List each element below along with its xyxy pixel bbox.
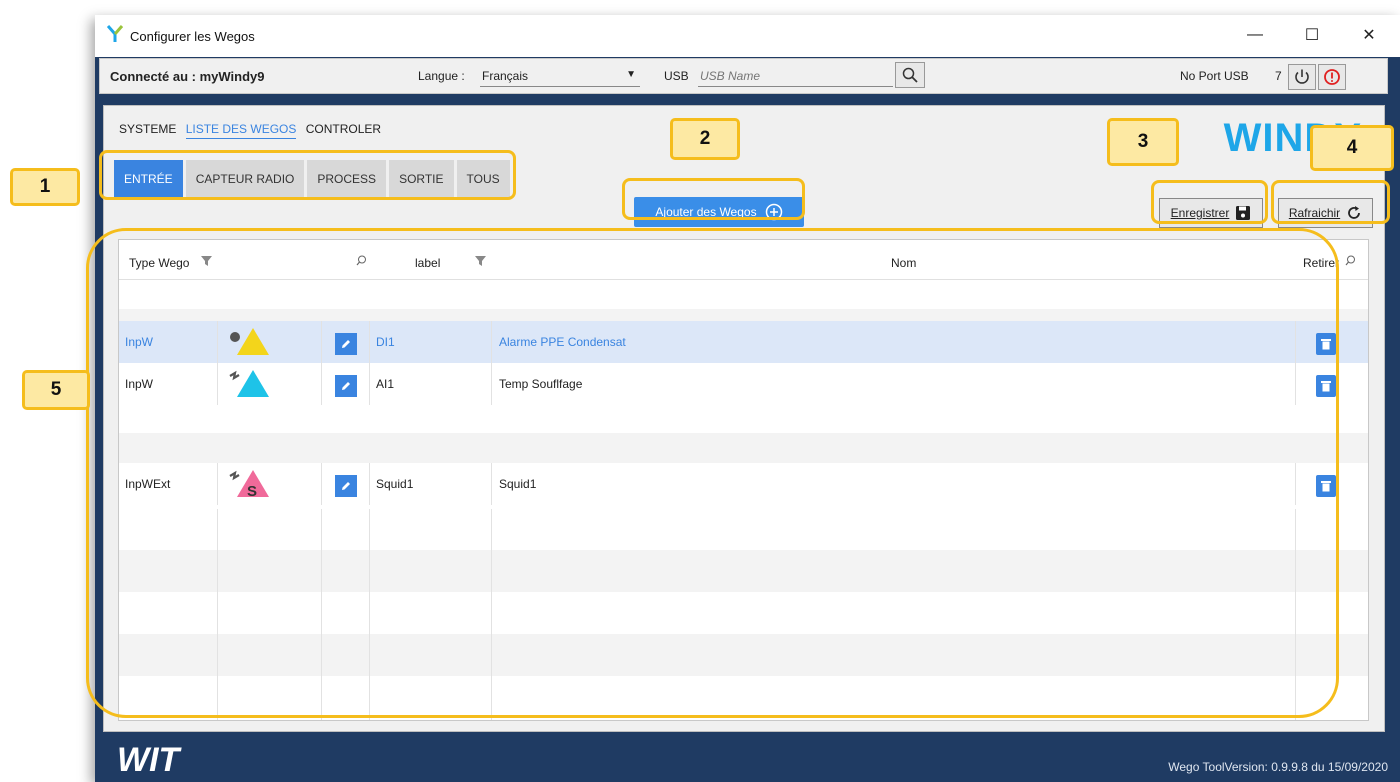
power-icon — [1295, 69, 1309, 84]
connection-status: Connecté au : myWindy9 — [110, 69, 265, 84]
callout-4: 4 — [1310, 125, 1394, 171]
wit-logo: WIT — [117, 741, 180, 779]
callout-3: 3 — [1107, 118, 1179, 166]
language-label: Langue : — [418, 69, 465, 83]
highlight-save-button — [1151, 180, 1268, 224]
app-logo-icon — [107, 25, 123, 42]
usb-label: USB — [664, 69, 689, 83]
language-select[interactable]: Français ▼ — [480, 65, 640, 87]
connect-button[interactable] — [1288, 64, 1316, 90]
callout-2: 2 — [670, 118, 740, 160]
port-value: 7 — [1275, 69, 1282, 83]
search-icon[interactable] — [1345, 255, 1356, 266]
highlight-refresh-button — [1271, 180, 1390, 224]
top-navigation: SYSTEME LISTE DES WEGOS CONTROLER — [119, 122, 387, 139]
nav-systeme[interactable]: SYSTEME — [119, 122, 176, 138]
maximize-button[interactable]: ☐ — [1300, 23, 1324, 47]
chevron-down-icon: ▼ — [626, 69, 636, 80]
window-title: Configurer les Wegos — [130, 29, 255, 44]
usb-search-button[interactable] — [895, 62, 925, 88]
title-bar: Configurer les Wegos — ☐ ✕ — [95, 15, 1400, 57]
highlight-table — [86, 228, 1339, 718]
no-port-label: No Port USB — [1180, 69, 1249, 83]
callout-5: 5 — [22, 370, 90, 410]
close-button[interactable]: ✕ — [1357, 23, 1381, 47]
version-info: Wego ToolVersion: 0.9.9.8 du 15/09/2020 — [1168, 760, 1388, 774]
nav-controler[interactable]: CONTROLER — [306, 122, 381, 138]
highlight-category-tabs — [99, 150, 516, 200]
search-icon — [902, 67, 918, 83]
connection-bar: Connecté au : myWindy9 Langue : Français… — [99, 58, 1388, 94]
nav-liste-des-wegos[interactable]: LISTE DES WEGOS — [185, 122, 297, 139]
disconnect-button[interactable] — [1318, 64, 1346, 90]
callout-1: 1 — [10, 168, 80, 206]
language-value: Français — [482, 69, 529, 83]
usb-name-input[interactable] — [698, 65, 893, 87]
minimize-button[interactable]: — — [1243, 23, 1267, 47]
highlight-add-button — [622, 178, 805, 220]
stop-icon — [1324, 69, 1340, 85]
